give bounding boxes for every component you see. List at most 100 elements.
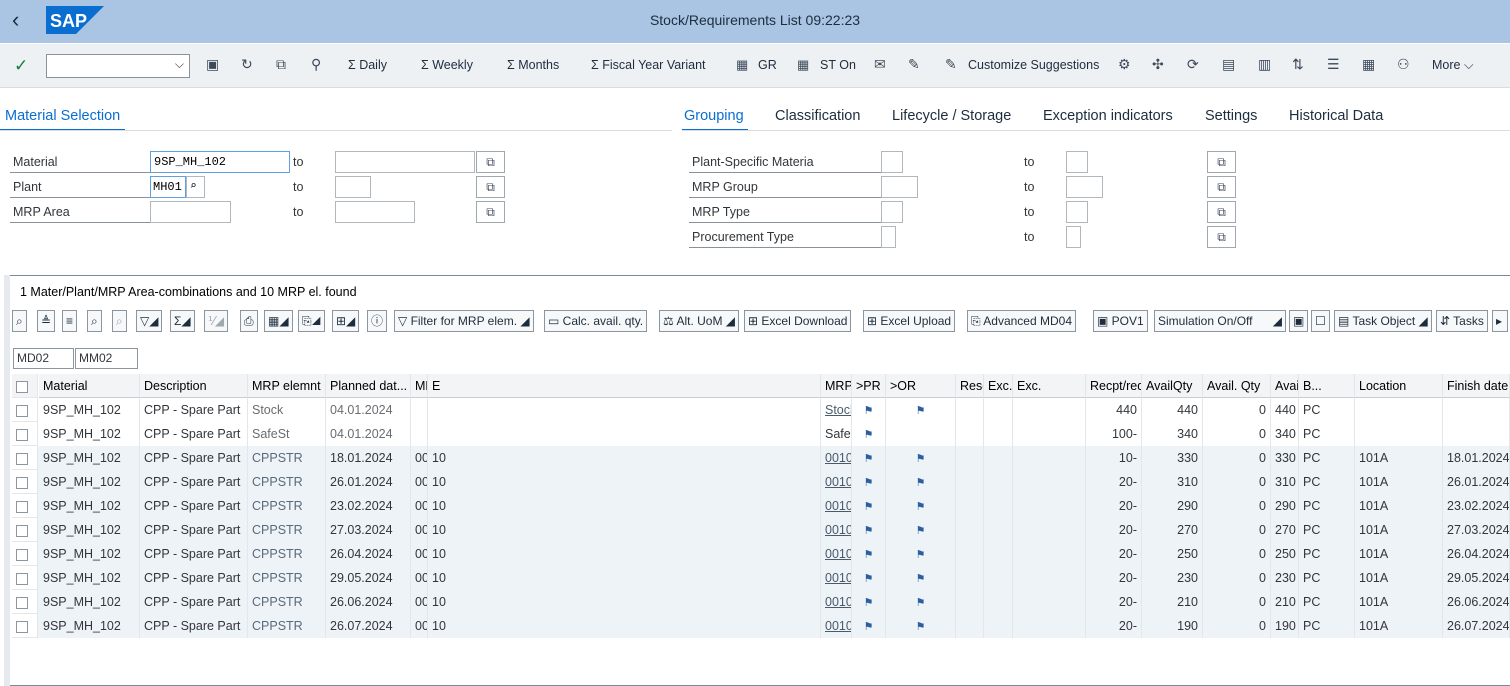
cell-pr[interactable]: ⚑	[852, 566, 886, 590]
convert-order-icon[interactable]: ⚑	[916, 405, 926, 417]
table-icon[interactable]: ▤	[1222, 56, 1235, 73]
plant-specific-from-input[interactable]	[881, 151, 903, 173]
zoom-icon[interactable]: ⌕	[12, 310, 27, 332]
sort-descending-icon[interactable]: ≡	[62, 310, 78, 332]
mrp-element-link[interactable]: Stock Overview	[825, 403, 851, 417]
gr-button[interactable]: GR	[758, 58, 777, 72]
sum-icon[interactable]: Σ◢	[170, 310, 195, 332]
tab-material-selection[interactable]: Material Selection	[5, 108, 120, 124]
table-row[interactable]: 9SP_MH_102 CPP - Spare Part SafeSt 04.01.20…	[12, 422, 1510, 446]
cell-or[interactable]: ⚑	[886, 398, 956, 422]
save-icon[interactable]: ▣	[206, 56, 219, 73]
multiple-selection-button[interactable]: ⧉	[476, 151, 505, 173]
edit-icon[interactable]: ✎	[945, 56, 957, 73]
header-resch-date[interactable]: Resch.date	[956, 374, 984, 398]
pov1-button[interactable]: ▣ POV1	[1093, 310, 1148, 332]
row-select-cell[interactable]	[12, 614, 38, 638]
header-avail-qty[interactable]: AvailQty	[1142, 374, 1203, 398]
convert-pr-icon[interactable]: ⚑	[864, 405, 874, 417]
overflow-icon[interactable]: ▸	[1492, 310, 1508, 332]
multiple-selection-button[interactable]: ⧉	[476, 201, 505, 223]
mrp-element-link[interactable]: 0010209942/00010 CPP STOCK TRANSFER REQU	[825, 547, 851, 561]
table-row[interactable]: 9SP_MH_102 CPP - Spare Part CPPSTR 18.01.20…	[12, 446, 1510, 470]
cell-pr[interactable]: ⚑	[852, 422, 886, 446]
mrp-group-to-input[interactable]	[1066, 176, 1103, 198]
cell-or[interactable]: ⚑	[886, 614, 956, 638]
user-icon[interactable]: ⚇	[1397, 56, 1410, 73]
multiple-selection-button[interactable]: ⧉	[476, 176, 505, 198]
cell-mrp-element-data[interactable]: 0010209944/00010 CPP STOCK TRANSFER REQU	[821, 590, 852, 614]
cell-pr[interactable]: ⚑	[852, 446, 886, 470]
simulation-toggle-button[interactable]: Simulation On/Off ◢	[1154, 310, 1286, 332]
more-button[interactable]: More ⌵	[1432, 58, 1473, 73]
chevron-down-icon[interactable]: ⌵	[175, 57, 184, 72]
calc-avail-qty-button[interactable]: ▭ Calc. avail. qty.	[544, 310, 648, 332]
tasks-button[interactable]: ⇵ Tasks	[1436, 310, 1488, 332]
advanced-md04-button[interactable]: ⎘ Advanced MD04	[967, 310, 1076, 332]
row-select-cell[interactable]	[12, 374, 38, 398]
cell-pr[interactable]: ⚑	[852, 614, 886, 638]
cell-mrp-element-data[interactable]: 0010209938/00010 CPP STOCK TRANSFER REQU	[821, 446, 852, 470]
row-select-cell[interactable]	[12, 494, 38, 518]
row-checkbox[interactable]	[16, 596, 28, 609]
convert-pr-icon[interactable]: ⚑	[864, 429, 874, 441]
mrp-element-link[interactable]: 0010209945/00010 CPP STOCK TRANSFER REQU	[825, 619, 851, 633]
mrp-element-link[interactable]: 0010209941/00010 CPP STOCK TRANSFER REQU	[825, 523, 851, 537]
tab-settings[interactable]: Settings	[1205, 108, 1257, 124]
table-row[interactable]: 9SP_MH_102 CPP - Spare Part CPPSTR 29.05.20…	[12, 566, 1510, 590]
cell-pr[interactable]: ⚑	[852, 590, 886, 614]
cell-pr[interactable]: ⚑	[852, 470, 886, 494]
splitter-handle[interactable]	[4, 275, 10, 686]
mrp-area-to-input[interactable]	[335, 201, 415, 223]
row-checkbox[interactable]	[16, 476, 28, 489]
header-mrp-element[interactable]: MRP elemnt	[248, 374, 326, 398]
filter-icon[interactable]: ▽◢	[136, 310, 163, 332]
cell-mrp-element-data[interactable]: 0010209942/00010 CPP STOCK TRANSFER REQU	[821, 542, 852, 566]
row-checkbox[interactable]	[16, 452, 28, 465]
daily-button[interactable]: Σ Daily	[348, 58, 387, 72]
row-select-cell[interactable]	[12, 590, 38, 614]
subtotal-icon[interactable]: ⅟◢	[204, 310, 229, 332]
material-to-input[interactable]	[335, 151, 475, 173]
row-select-cell[interactable]	[12, 518, 38, 542]
header-mrp-no[interactable]: MRP No.	[411, 374, 428, 398]
mrp-element-link[interactable]: 0010209944/00010 CPP STOCK TRANSFER REQU	[825, 595, 851, 609]
header-or[interactable]: >OR	[886, 374, 956, 398]
tab-grouping[interactable]: Grouping	[684, 108, 744, 124]
tab-classification[interactable]: Classification	[775, 108, 860, 124]
cell-pr[interactable]: ⚑	[852, 494, 886, 518]
convert-pr-icon[interactable]: ⚑	[864, 453, 874, 465]
task-object-button[interactable]: ▤ Task Object ◢	[1334, 310, 1432, 332]
sort-icon[interactable]: ⇅	[1292, 56, 1304, 73]
procurement-type-to-input[interactable]	[1066, 226, 1081, 248]
table-row[interactable]: 9SP_MH_102 CPP - Spare Part CPPSTR 26.07.20…	[12, 614, 1510, 638]
mrp-element-link[interactable]: 0010209939/00010 CPP STOCK TRANSFER REQU	[825, 475, 851, 489]
convert-order-icon[interactable]: ⚑	[916, 573, 926, 585]
row-checkbox[interactable]	[16, 524, 28, 537]
convert-order-icon[interactable]: ⚑	[916, 597, 926, 609]
cell-or[interactable]: ⚑	[886, 494, 956, 518]
row-checkbox[interactable]	[16, 620, 28, 633]
plant-to-input[interactable]	[335, 176, 371, 198]
mrp-element-link[interactable]: 0010209938/00010 CPP STOCK TRANSFER REQU	[825, 451, 851, 465]
cell-or[interactable]: ⚑	[886, 542, 956, 566]
convert-order-icon[interactable]: ⚑	[916, 477, 926, 489]
alt-uom-button[interactable]: ⚖ Alt. UoM ◢	[659, 310, 740, 332]
customize-suggestions-button[interactable]: Customize Suggestions	[968, 58, 1099, 72]
convert-order-icon[interactable]: ⚑	[916, 525, 926, 537]
cell-or[interactable]: ⚑	[886, 470, 956, 494]
sort-ascending-icon[interactable]: ≜	[37, 310, 56, 332]
header-location[interactable]: Location	[1355, 374, 1443, 398]
table-row[interactable]: 9SP_MH_102 CPP - Spare Part CPPSTR 23.02.20…	[12, 494, 1510, 518]
chart-icon[interactable]: ▥	[1258, 56, 1271, 73]
cell-mrp-element-data[interactable]: 0010209940/00010 CPP STOCK TRANSFER REQU	[821, 494, 852, 518]
calendar-icon[interactable]: ▦	[736, 57, 748, 73]
multiple-selection-button[interactable]: ⧉	[1207, 176, 1236, 198]
table-row[interactable]: 9SP_MH_102 CPP - Spare Part CPPSTR 27.03.20…	[12, 518, 1510, 542]
convert-order-icon[interactable]: ⚑	[916, 549, 926, 561]
cell-or[interactable]: ⚑	[886, 518, 956, 542]
find-next-icon[interactable]: ⌕	[112, 310, 127, 332]
header-pr[interactable]: >PR	[852, 374, 886, 398]
convert-pr-icon[interactable]: ⚑	[864, 621, 874, 633]
tab-lifecycle-storage[interactable]: Lifecycle / Storage	[892, 108, 1011, 124]
